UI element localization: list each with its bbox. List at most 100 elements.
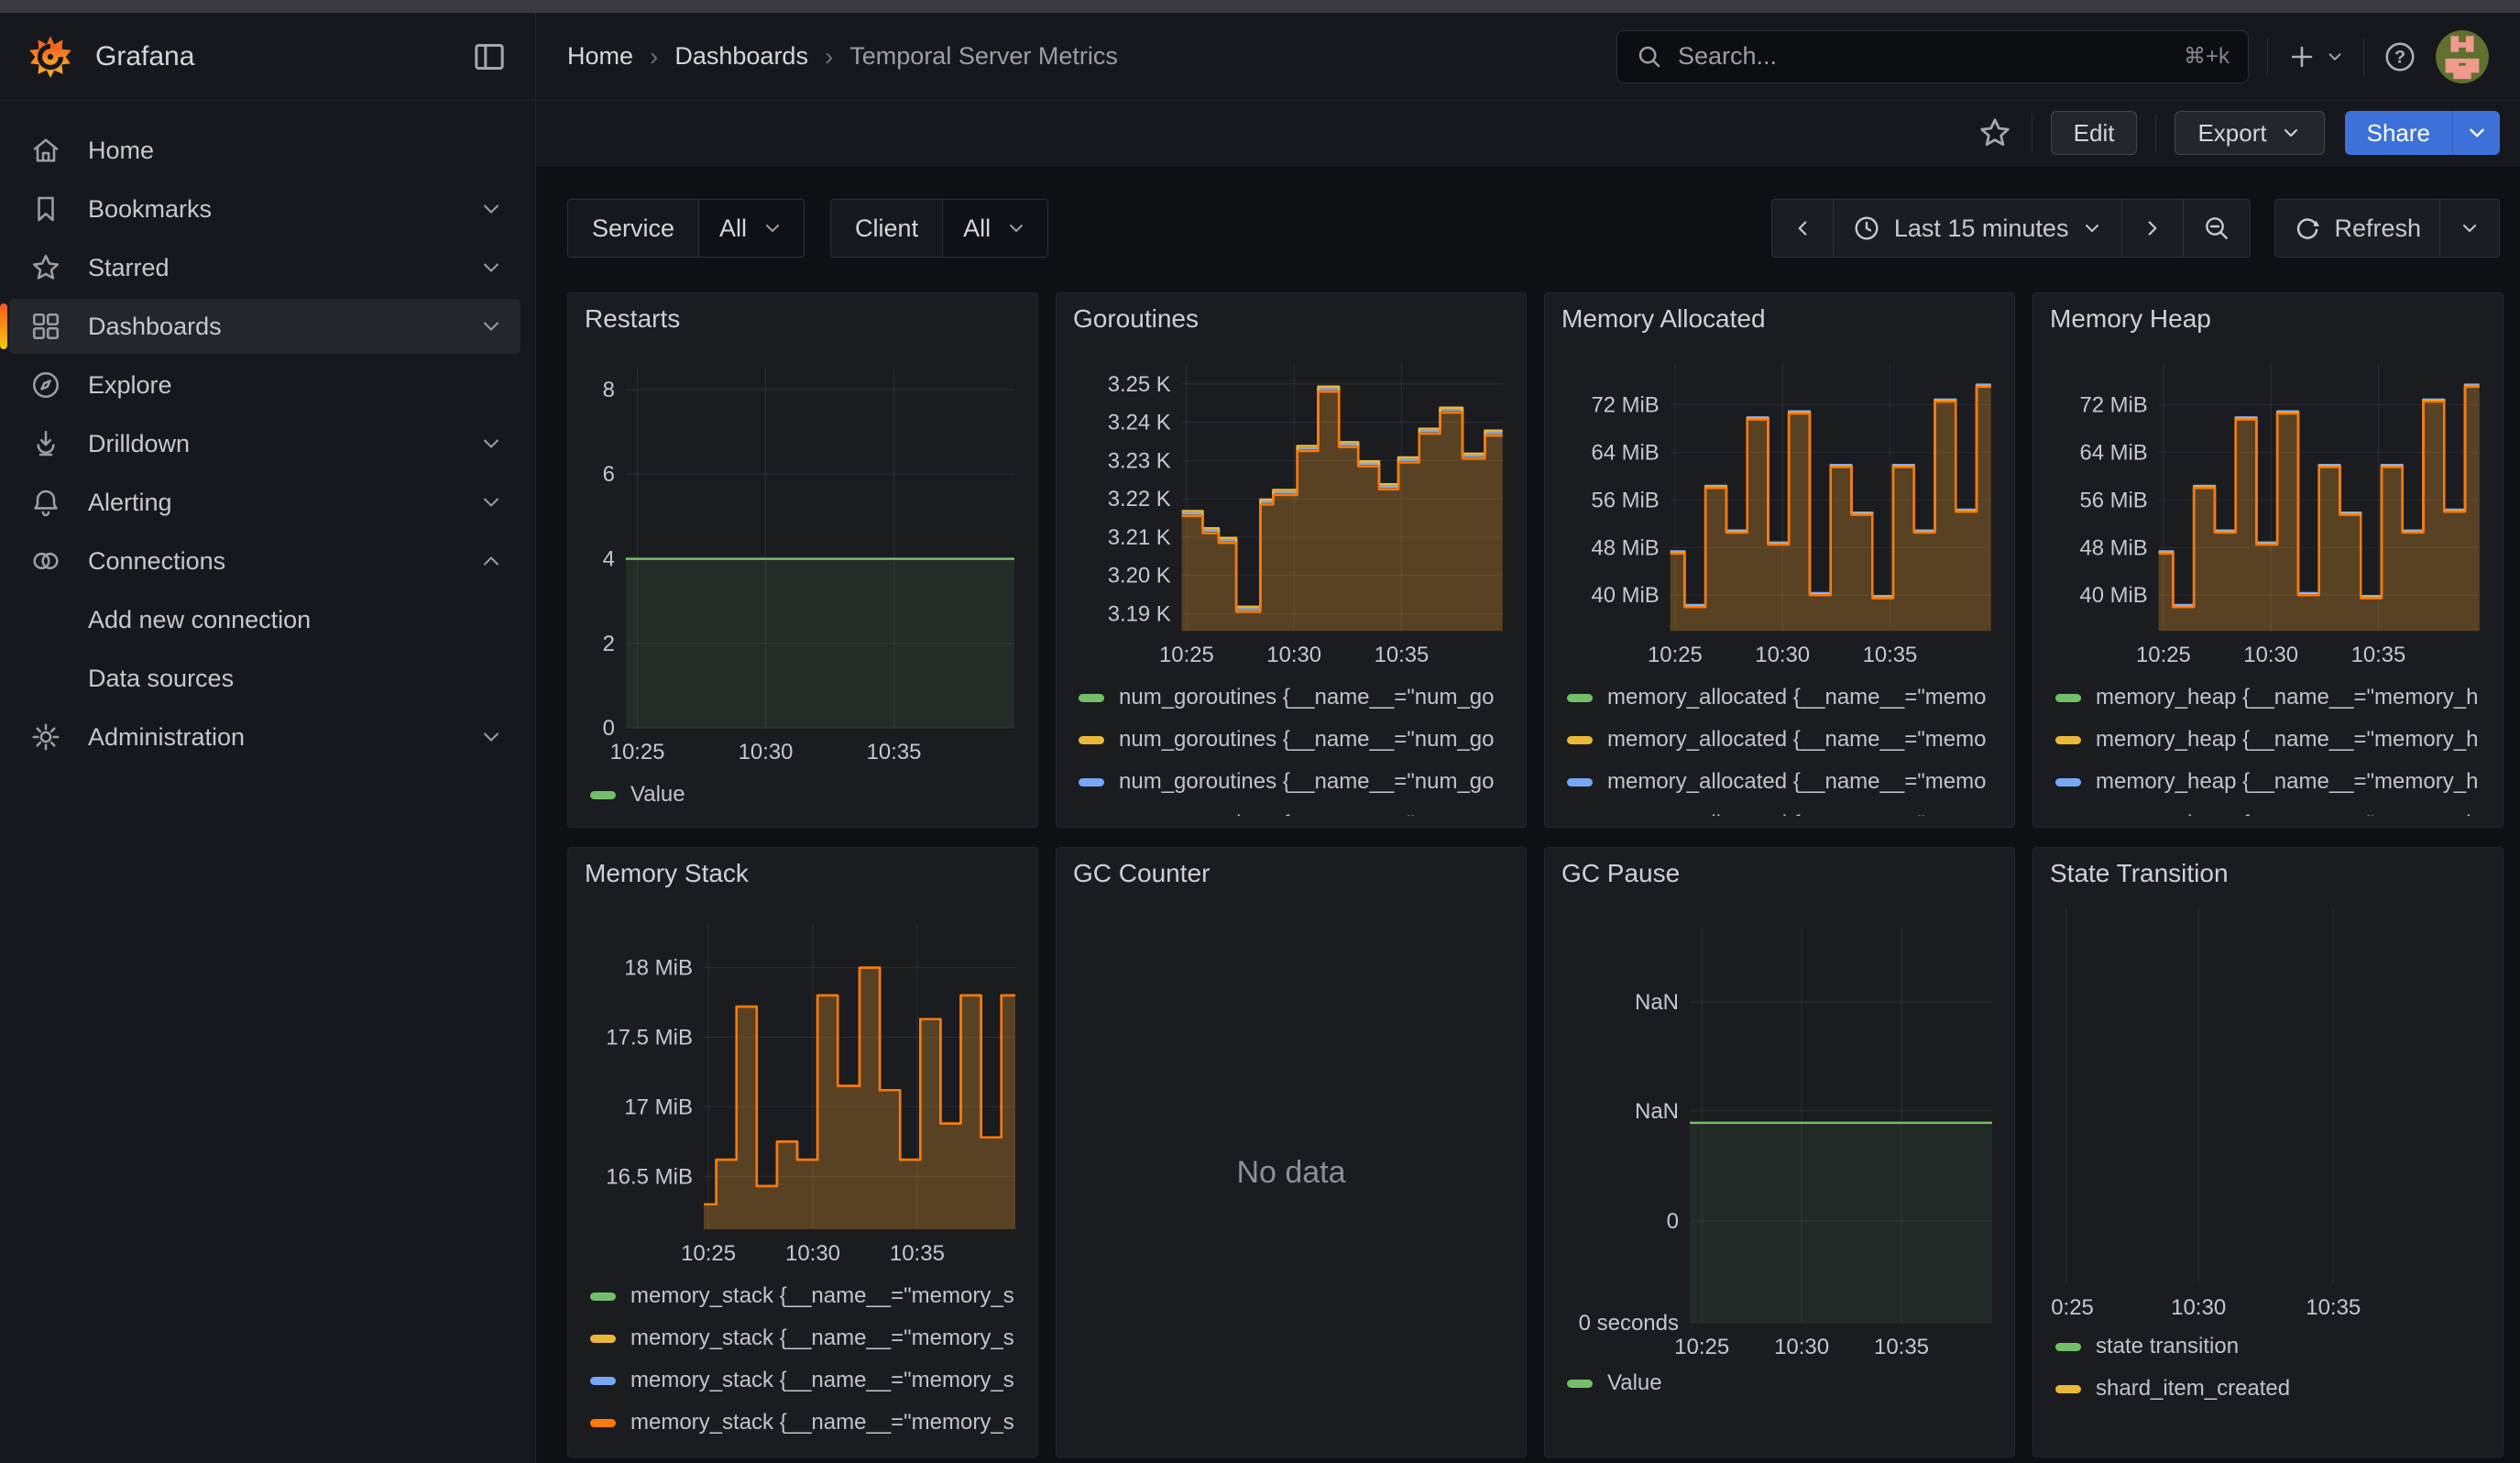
breadcrumb-home[interactable]: Home	[567, 42, 633, 71]
breadcrumb-dashboards[interactable]: Dashboards	[674, 42, 808, 71]
legend-item[interactable]: memory_stack {__name__="memory_s	[585, 1402, 1021, 1444]
legend-label: memory_heap {__name__="memory_h	[2096, 811, 2478, 816]
grafana-logo-icon[interactable]	[27, 34, 73, 80]
panel-title-state-transition[interactable]: State Transition	[2050, 859, 2486, 899]
legend-item[interactable]: memory_allocated {__name__="memo	[1561, 676, 1998, 719]
legend-item[interactable]: Value	[1561, 1362, 1998, 1404]
sidebar-item-drilldown[interactable]: Drilldown	[9, 416, 520, 471]
refresh-controls: Refresh	[2274, 199, 2500, 258]
service-filter: Service All	[567, 199, 805, 258]
export-button[interactable]: Export	[2175, 111, 2324, 155]
chart-gc-pause[interactable]: NaNNaN00 seconds10:2510:3010:35	[1561, 899, 1998, 1362]
sidebar-item-connections[interactable]: Connections	[9, 534, 520, 588]
legend-item[interactable]: state transition	[2050, 1326, 2486, 1368]
service-filter-label: Service	[568, 200, 699, 257]
panel-title-memory-heap[interactable]: Memory Heap	[2050, 304, 2486, 345]
panel-title-restarts[interactable]: Restarts	[585, 304, 1021, 345]
panel-state-transition: State Transition10:2510:3010:35state tra…	[2032, 847, 2504, 1458]
panel-memory-allocated: Memory Allocated40 MiB48 MiB56 MiB64 MiB…	[1544, 292, 2015, 828]
chart-memory-allocated[interactable]: 40 MiB48 MiB56 MiB64 MiB72 MiB10:2510:30…	[1561, 345, 1998, 676]
sidebar-item-label: Starred	[88, 254, 170, 282]
legend-item[interactable]: memory_allocated {__name__="memo	[1561, 719, 1998, 761]
chart-memory-heap[interactable]: 40 MiB48 MiB56 MiB64 MiB72 MiB10:2510:30…	[2050, 345, 2486, 676]
svg-text:17 MiB: 17 MiB	[624, 1094, 693, 1119]
time-shift-back-button[interactable]	[1771, 199, 1834, 258]
svg-text:10:35: 10:35	[1375, 643, 1430, 667]
panel-legend: memory_stack {__name__="memory_smemory_s…	[585, 1275, 1021, 1444]
legend-item[interactable]: memory_allocated {__name__="memo	[1561, 803, 1998, 816]
chart-memory-stack[interactable]: 16.5 MiB17 MiB17.5 MiB18 MiB10:2510:3010…	[585, 899, 1021, 1275]
panel-title-memory-stack[interactable]: Memory Stack	[585, 859, 1021, 899]
search-input[interactable]: Search... ⌘+k	[1616, 30, 2249, 83]
svg-text:18 MiB: 18 MiB	[624, 956, 693, 981]
legend-item[interactable]: memory_stack {__name__="memory_s	[585, 1275, 1021, 1317]
panel-title-goroutines[interactable]: Goroutines	[1073, 304, 1509, 345]
legend-item[interactable]: memory_stack {__name__="memory_s	[585, 1359, 1021, 1402]
legend-label: memory_allocated {__name__="memo	[1607, 685, 1986, 710]
svg-text:64 MiB: 64 MiB	[2079, 440, 2147, 465]
chart-restarts[interactable]: 0246810:2510:3010:35	[585, 345, 1021, 774]
legend-item[interactable]: num_goroutines {__name__="num_go	[1073, 803, 1509, 816]
legend-item[interactable]: Value	[585, 774, 1021, 816]
sidebar-item-data-sources[interactable]: Data sources	[9, 651, 520, 706]
legend-item[interactable]: num_goroutines {__name__="num_go	[1073, 719, 1509, 761]
legend-item[interactable]: memory_allocated {__name__="memo	[1561, 761, 1998, 803]
sidebar-item-add-new-connection[interactable]: Add new connection	[9, 592, 520, 647]
legend-item[interactable]: memory_heap {__name__="memory_h	[2050, 719, 2486, 761]
chevron-down-icon	[478, 490, 504, 515]
svg-text:10:30: 10:30	[1755, 643, 1810, 667]
sidebar-item-explore[interactable]: Explore	[9, 358, 520, 412]
client-filter-value[interactable]: All	[943, 200, 1047, 257]
legend-swatch	[1567, 736, 1593, 744]
star-dashboard-icon[interactable]	[1977, 115, 2013, 151]
chevron-down-icon	[2465, 121, 2489, 145]
panel-title-gc-pause[interactable]: GC Pause	[1561, 859, 1998, 899]
legend-item[interactable]: shard_item_created	[2050, 1368, 2486, 1410]
sidebar-item-bookmarks[interactable]: Bookmarks	[9, 182, 520, 236]
help-button[interactable]: ?	[2383, 39, 2417, 74]
chevron-down-icon	[2081, 217, 2103, 239]
svg-text:40 MiB: 40 MiB	[1591, 583, 1659, 608]
time-range-picker[interactable]: Last 15 minutes	[1834, 199, 2123, 258]
dashboard-panel-grid: Restarts0246810:2510:3010:35ValueGorouti…	[536, 258, 2520, 1458]
panel-legend: state transition shard_item_created	[2050, 1326, 2486, 1410]
legend-item[interactable]: num_goroutines {__name__="num_go	[1073, 761, 1509, 803]
edit-button[interactable]: Edit	[2051, 111, 2138, 155]
legend-item[interactable]: memory_stack {__name__="memory_s	[585, 1317, 1021, 1359]
help-icon: ?	[2383, 39, 2417, 74]
zoom-out-button[interactable]	[2184, 199, 2251, 258]
header-main-section: Home › Dashboards › Temporal Server Metr…	[536, 13, 2520, 100]
share-button[interactable]: Share	[2345, 111, 2452, 155]
legend-swatch	[1079, 778, 1104, 786]
sidebar-item-home[interactable]: Home	[9, 123, 520, 178]
legend-item[interactable]: memory_heap {__name__="memory_h	[2050, 676, 2486, 719]
client-filter-label: Client	[831, 200, 943, 257]
share-dropdown-button[interactable]	[2452, 111, 2500, 155]
time-shift-forward-button[interactable]	[2122, 199, 2184, 258]
sidebar-item-label: Drilldown	[88, 430, 190, 458]
chart-state-transition[interactable]: 10:2510:3010:35	[2050, 899, 2486, 1326]
legend-label: shard_item_created	[2096, 1376, 2290, 1402]
sidebar-item-dashboards[interactable]: Dashboards	[9, 299, 520, 354]
refresh-interval-button[interactable]	[2440, 199, 2500, 258]
sidebar-item-administration[interactable]: Administration	[9, 710, 520, 764]
panel-title-memory-allocated[interactable]: Memory Allocated	[1561, 304, 1998, 345]
panel-title-gc-counter[interactable]: GC Counter	[1073, 859, 1509, 899]
panel-legend: Value	[585, 774, 1021, 816]
svg-text:8: 8	[603, 378, 615, 402]
chart-goroutines[interactable]: 3.19 K3.20 K3.21 K3.22 K3.23 K3.24 K3.25…	[1073, 345, 1509, 676]
legend-item[interactable]: memory_heap {__name__="memory_h	[2050, 803, 2486, 816]
gear-icon	[29, 720, 66, 754]
sidebar-item-starred[interactable]: Starred	[9, 240, 520, 295]
add-new-button[interactable]	[2286, 41, 2345, 72]
clock-icon	[1852, 214, 1881, 243]
refresh-button[interactable]: Refresh	[2274, 199, 2440, 258]
sidebar-item-alerting[interactable]: Alerting	[9, 475, 520, 530]
user-avatar[interactable]	[2436, 30, 2489, 83]
chevron-down-icon	[2459, 217, 2481, 239]
panel-goroutines: Goroutines3.19 K3.20 K3.21 K3.22 K3.23 K…	[1056, 292, 1527, 828]
sidebar-toggle-icon[interactable]	[471, 38, 508, 75]
service-filter-value[interactable]: All	[699, 200, 804, 257]
legend-item[interactable]: num_goroutines {__name__="num_go	[1073, 676, 1509, 719]
legend-item[interactable]: memory_heap {__name__="memory_h	[2050, 761, 2486, 803]
